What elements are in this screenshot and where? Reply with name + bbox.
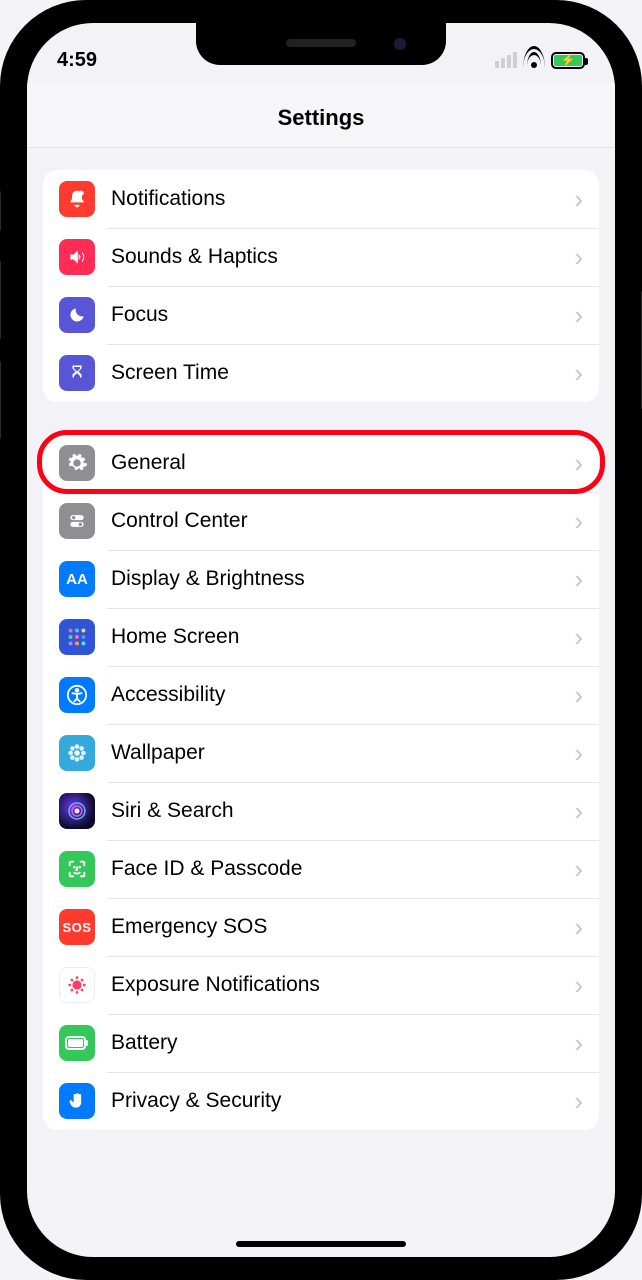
row-label: Home Screen	[95, 625, 574, 649]
chevron-right-icon: ›	[574, 914, 583, 940]
row-exposure[interactable]: Exposure Notifications ›	[43, 956, 599, 1014]
home-indicator[interactable]	[236, 1241, 406, 1247]
row-homescreen[interactable]: Home Screen ›	[43, 608, 599, 666]
row-sounds[interactable]: Sounds & Haptics ›	[43, 228, 599, 286]
chevron-right-icon: ›	[574, 566, 583, 592]
row-sos[interactable]: SOS Emergency SOS ›	[43, 898, 599, 956]
gear-icon	[59, 445, 95, 481]
chevron-right-icon: ›	[574, 1088, 583, 1114]
chevron-right-icon: ›	[574, 244, 583, 270]
row-wallpaper[interactable]: Wallpaper ›	[43, 724, 599, 782]
switches-icon	[59, 503, 95, 539]
faceid-icon	[59, 851, 95, 887]
screen: 4:59 ⚡ Settings Notifications ›	[27, 23, 615, 1257]
row-battery[interactable]: Battery ›	[43, 1014, 599, 1072]
chevron-right-icon: ›	[574, 1030, 583, 1056]
row-label: Control Center	[95, 509, 574, 533]
chevron-right-icon: ›	[574, 450, 583, 476]
sos-icon: SOS	[59, 909, 95, 945]
row-display[interactable]: AA Display & Brightness ›	[43, 550, 599, 608]
grid-icon	[59, 619, 95, 655]
page-title: Settings	[27, 83, 615, 148]
row-screentime[interactable]: Screen Time ›	[43, 344, 599, 402]
row-label: Focus	[95, 303, 574, 327]
row-label: Exposure Notifications	[95, 973, 574, 997]
chevron-right-icon: ›	[574, 798, 583, 824]
chevron-right-icon: ›	[574, 508, 583, 534]
row-label: Sounds & Haptics	[95, 245, 574, 269]
row-controlcenter[interactable]: Control Center ›	[43, 492, 599, 550]
row-label: Siri & Search	[95, 799, 574, 823]
hourglass-icon	[59, 355, 95, 391]
virus-icon	[59, 967, 95, 1003]
row-accessibility[interactable]: Accessibility ›	[43, 666, 599, 724]
text-size-icon: AA	[59, 561, 95, 597]
row-label: Accessibility	[95, 683, 574, 707]
row-privacy[interactable]: Privacy & Security ›	[43, 1072, 599, 1130]
bell-icon	[59, 181, 95, 217]
status-time: 4:59	[57, 49, 97, 72]
speaker-icon	[59, 239, 95, 275]
accessibility-icon	[59, 677, 95, 713]
hand-icon	[59, 1083, 95, 1119]
chevron-right-icon: ›	[574, 302, 583, 328]
chevron-right-icon: ›	[574, 740, 583, 766]
row-label: Wallpaper	[95, 741, 574, 765]
row-label: Privacy & Security	[95, 1089, 574, 1113]
row-label: Notifications	[95, 187, 574, 211]
chevron-right-icon: ›	[574, 624, 583, 650]
flower-icon	[59, 735, 95, 771]
row-general[interactable]: General ›	[43, 434, 599, 492]
row-focus[interactable]: Focus ›	[43, 286, 599, 344]
siri-icon	[59, 793, 95, 829]
row-label: Battery	[95, 1031, 574, 1055]
chevron-right-icon: ›	[574, 682, 583, 708]
notch	[196, 23, 446, 65]
chevron-right-icon: ›	[574, 972, 583, 998]
row-label: Face ID & Passcode	[95, 857, 574, 881]
chevron-right-icon: ›	[574, 186, 583, 212]
chevron-right-icon: ›	[574, 360, 583, 386]
row-faceid[interactable]: Face ID & Passcode ›	[43, 840, 599, 898]
wifi-icon	[523, 52, 545, 68]
row-label: Emergency SOS	[95, 915, 574, 939]
battery-charging-icon: ⚡	[551, 52, 585, 69]
cellular-signal-icon	[495, 52, 517, 68]
chevron-right-icon: ›	[574, 856, 583, 882]
settings-group: Notifications › Sounds & Haptics ›	[43, 170, 599, 402]
row-label: Display & Brightness	[95, 567, 574, 591]
settings-group: General › Control Center › AA Display & …	[43, 434, 599, 1130]
settings-list[interactable]: Notifications › Sounds & Haptics ›	[27, 148, 615, 1162]
row-label: Screen Time	[95, 361, 574, 385]
row-siri[interactable]: Siri & Search ›	[43, 782, 599, 840]
moon-icon	[59, 297, 95, 333]
battery-icon	[59, 1025, 95, 1061]
row-label: General	[95, 451, 574, 475]
row-notifications[interactable]: Notifications ›	[43, 170, 599, 228]
